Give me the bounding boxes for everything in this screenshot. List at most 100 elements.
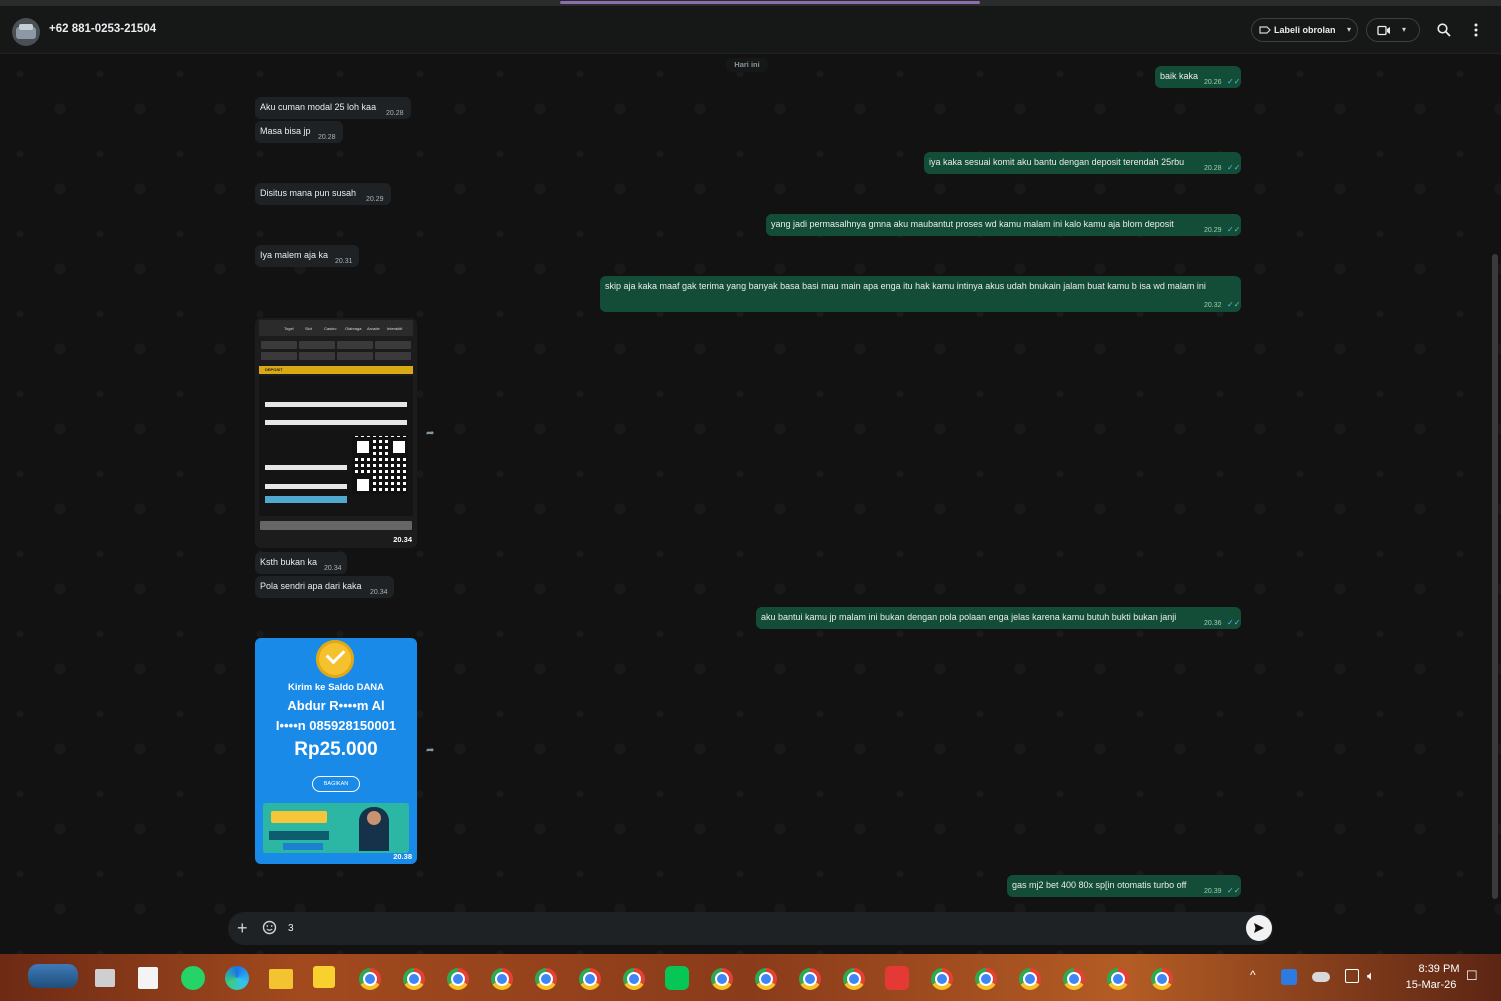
chrome-icon[interactable] bbox=[447, 968, 469, 990]
read-receipt-icon: ✓✓ bbox=[1227, 618, 1241, 627]
message-time: 20.34 bbox=[393, 535, 412, 544]
more-options-icon[interactable] bbox=[1469, 22, 1483, 38]
chrome-icon[interactable] bbox=[1151, 968, 1173, 990]
message-text: iya kaka sesuai komit aku bantu dengan d… bbox=[929, 157, 1185, 167]
forward-icon[interactable]: ➦ bbox=[426, 745, 434, 756]
avatar[interactable] bbox=[12, 18, 40, 46]
message-incoming[interactable]: Disitus mana pun susah 20.29 bbox=[255, 183, 391, 205]
chrome-icon[interactable] bbox=[579, 968, 601, 990]
chrome-icon[interactable] bbox=[931, 968, 953, 990]
chrome-icon[interactable] bbox=[491, 968, 513, 990]
message-time: 20.31 bbox=[335, 258, 353, 265]
message-incoming[interactable]: Pola sendri apa dari kaka 20.34 bbox=[255, 576, 394, 598]
message-outgoing[interactable]: aku bantui kamu jp malam ini bukan denga… bbox=[756, 607, 1241, 629]
network-icon[interactable] bbox=[1345, 969, 1359, 983]
message-text: yang jadi permasalhnya gmna aku maubantu… bbox=[771, 219, 1174, 229]
receipt-promo-banner bbox=[263, 803, 409, 853]
tray-app-icon[interactable] bbox=[1281, 969, 1297, 985]
read-receipt-icon: ✓✓ bbox=[1227, 300, 1241, 309]
date-chip: Hari ini bbox=[726, 58, 768, 72]
label-chat-button[interactable]: Labeli obrolan ▾ bbox=[1251, 18, 1358, 42]
cloud-icon[interactable] bbox=[1312, 972, 1330, 982]
image-message[interactable]: Togel Slot Casino Olahraga Arcade Intera… bbox=[255, 318, 417, 548]
message-time: 20.28 bbox=[318, 134, 336, 141]
edge-icon[interactable] bbox=[225, 966, 249, 990]
message-text: aku bantui kamu jp malam ini bukan denga… bbox=[761, 612, 1177, 622]
message-time: 20.36 bbox=[1204, 620, 1222, 627]
notepad-icon[interactable] bbox=[138, 967, 158, 989]
message-incoming[interactable]: Ksth bukan ka 20.34 bbox=[255, 552, 347, 574]
message-composer[interactable] bbox=[228, 912, 1273, 945]
wps-office-icon[interactable] bbox=[885, 966, 909, 990]
message-text: Aku cuman modal 25 loh kaa bbox=[260, 102, 377, 112]
message-incoming[interactable]: Iya malem aja ka 20.31 bbox=[255, 245, 359, 267]
sticker-icon[interactable] bbox=[262, 920, 277, 935]
chrome-icon[interactable] bbox=[799, 968, 821, 990]
message-time: 20.34 bbox=[324, 565, 342, 572]
chrome-icon[interactable] bbox=[843, 968, 865, 990]
chevron-down-icon: ▾ bbox=[1347, 25, 1352, 34]
chrome-icon[interactable] bbox=[623, 968, 645, 990]
message-incoming[interactable]: Masa bisa jp 20.28 bbox=[255, 121, 343, 143]
receipt-amount: Rp25.000 bbox=[294, 739, 378, 760]
chrome-icon[interactable] bbox=[403, 968, 425, 990]
image-message[interactable]: Kirim ke Saldo DANA Abdur R••••m Al I•••… bbox=[255, 638, 417, 864]
video-call-button[interactable]: ▾ bbox=[1366, 18, 1420, 42]
forward-icon[interactable]: ➦ bbox=[426, 428, 434, 439]
tag-icon bbox=[1259, 26, 1271, 34]
chrome-icon[interactable] bbox=[1063, 968, 1085, 990]
message-incoming[interactable]: Aku cuman modal 25 loh kaa 20.28 bbox=[255, 97, 411, 119]
attach-plus-icon[interactable]: + bbox=[237, 919, 248, 937]
line-icon[interactable] bbox=[665, 966, 689, 990]
video-icon bbox=[1377, 25, 1390, 36]
send-icon bbox=[1254, 923, 1264, 933]
taskbar-time[interactable]: 8:39 PM bbox=[1410, 963, 1468, 975]
message-outgoing[interactable]: baik kaka 20.26 ✓✓ bbox=[1155, 66, 1241, 88]
message-time: 20.34 bbox=[370, 589, 388, 596]
chrome-icon[interactable] bbox=[711, 968, 733, 990]
image-nav-label: Olahraga bbox=[345, 326, 362, 331]
message-outgoing[interactable]: skip aja kaka maaf gak terima yang banya… bbox=[600, 276, 1241, 312]
image-nav-label: Togel bbox=[284, 326, 294, 331]
read-receipt-icon: ✓✓ bbox=[1227, 886, 1241, 895]
message-time: 20.39 bbox=[1204, 888, 1222, 895]
message-text: baik kaka bbox=[1160, 71, 1199, 81]
image-nav-label: Slot bbox=[305, 326, 312, 331]
file-explorer-icon[interactable] bbox=[269, 969, 293, 989]
read-receipt-icon: ✓✓ bbox=[1227, 225, 1241, 234]
whatsapp-icon[interactable] bbox=[181, 966, 205, 990]
chat-area bbox=[0, 54, 1501, 954]
send-button[interactable] bbox=[1246, 915, 1272, 941]
label-chat-label: Labeli obrolan bbox=[1274, 25, 1336, 35]
search-icon[interactable] bbox=[1437, 23, 1451, 37]
image-nav-label: Arcade bbox=[367, 326, 380, 331]
task-view-icon[interactable] bbox=[95, 969, 115, 987]
message-text: Disitus mana pun susah bbox=[260, 188, 357, 198]
message-time: 20.26 bbox=[1204, 79, 1222, 86]
message-input[interactable]: 3 bbox=[288, 923, 294, 934]
chrome-icon[interactable] bbox=[755, 968, 777, 990]
message-outgoing[interactable]: gas mj2 bet 400 80x sp[in otomatis turbo… bbox=[1007, 875, 1241, 897]
chrome-icon[interactable] bbox=[1019, 968, 1041, 990]
read-receipt-icon: ✓✓ bbox=[1227, 163, 1241, 172]
chevron-up-icon[interactable]: ^ bbox=[1250, 968, 1256, 982]
receipt-recipient-number: I••••n 085928150001 bbox=[275, 718, 397, 733]
message-outgoing[interactable]: iya kaka sesuai komit aku bantu dengan d… bbox=[924, 152, 1241, 174]
receipt-title: Kirim ke Saldo DANA bbox=[287, 682, 385, 693]
receipt-recipient: Abdur R••••m Al bbox=[287, 698, 385, 713]
contact-name[interactable]: +62 881-0253-21504 bbox=[49, 23, 156, 35]
sticky-notes-icon[interactable] bbox=[313, 966, 335, 988]
windows-taskbar: ^ 🔈︎ ☐ bbox=[0, 954, 1501, 1001]
message-time: 20.32 bbox=[1204, 302, 1222, 309]
taskbar-date[interactable]: 15-Mar-26 bbox=[1400, 979, 1462, 991]
image-section-title: DEPOSIT bbox=[265, 367, 283, 372]
chat-scrollbar[interactable] bbox=[1492, 254, 1498, 899]
chrome-icon[interactable] bbox=[535, 968, 557, 990]
widgets-icon[interactable] bbox=[28, 964, 78, 988]
volume-icon[interactable]: 🔈︎ bbox=[1367, 968, 1375, 984]
chrome-icon[interactable] bbox=[975, 968, 997, 990]
message-text: Ksth bukan ka bbox=[260, 557, 318, 567]
chrome-icon[interactable] bbox=[359, 968, 381, 990]
chrome-icon[interactable] bbox=[1107, 968, 1129, 990]
message-outgoing[interactable]: yang jadi permasalhnya gmna aku maubantu… bbox=[766, 214, 1241, 236]
